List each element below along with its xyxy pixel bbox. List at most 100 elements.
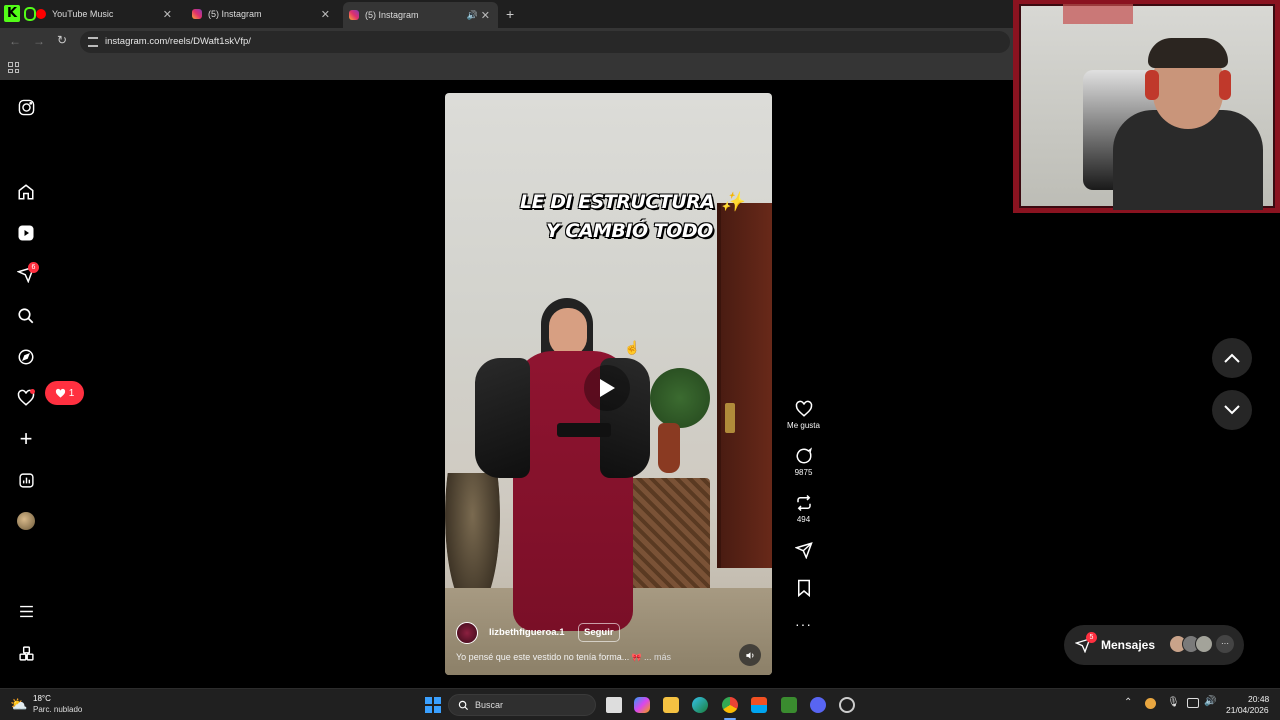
profile-avatar[interactable] — [16, 511, 36, 531]
tab-title: YouTube Music — [52, 9, 114, 19]
reel-caption: Yo pensé que este vestido no tenía forma… — [456, 652, 672, 662]
comment-icon — [796, 447, 812, 464]
next-reel-button[interactable] — [1212, 390, 1252, 430]
weather-desc: Parc. nublado — [33, 705, 83, 714]
taskbar: ⛅ 18°C Parc. nublado Buscar ⌃ 🎙 🔊 20:48 … — [0, 688, 1280, 720]
url-text: instagram.com/reels/DWaft1skVfp/ — [105, 36, 251, 47]
heart-filled-icon — [55, 388, 65, 398]
close-tab-icon[interactable]: ✕ — [321, 8, 330, 21]
more-apps-icon[interactable] — [16, 643, 36, 663]
webcam-headset-right — [1219, 70, 1231, 100]
author-username[interactable]: lizbethfigueroa.1 — [489, 627, 564, 638]
chevron-up-icon[interactable]: ⌃ — [1124, 697, 1132, 708]
door — [717, 203, 772, 568]
tab-title: (5) Instagram — [365, 10, 419, 20]
webcam-headset — [1145, 70, 1159, 100]
reels-icon[interactable] — [16, 223, 36, 243]
instagram-logo-icon[interactable] — [16, 97, 36, 117]
discord-icon[interactable] — [810, 697, 826, 713]
mouse-cursor-icon: ☝ — [624, 340, 641, 355]
play-icon — [600, 379, 615, 397]
instagram-icon — [349, 10, 359, 20]
like-action[interactable]: Me gusta — [786, 400, 821, 430]
apps-grid-icon[interactable] — [8, 62, 19, 73]
clock-time[interactable]: 20:48 — [1248, 694, 1269, 704]
start-button[interactable] — [425, 697, 441, 713]
tab-title: (5) Instagram — [208, 9, 262, 19]
close-tab-icon[interactable]: ✕ — [163, 8, 172, 21]
site-info-icon[interactable] — [88, 37, 98, 47]
repost-icon — [796, 494, 811, 512]
microphone-icon[interactable]: 🎙 — [1167, 697, 1180, 708]
more-options-icon[interactable]: ··· — [786, 616, 821, 632]
forward-icon[interactable]: → — [33, 34, 45, 48]
webcam-person-hair — [1148, 38, 1228, 68]
minecraft-icon[interactable] — [781, 697, 797, 713]
reload-icon[interactable]: ↻ — [57, 33, 67, 47]
search-placeholder: Buscar — [475, 700, 504, 710]
menu-icon[interactable] — [16, 601, 36, 621]
create-plus-icon[interactable]: + — [16, 426, 36, 451]
dashboard-icon[interactable] — [16, 470, 36, 490]
follow-button[interactable]: Seguir — [578, 623, 620, 642]
save-action[interactable] — [786, 579, 821, 597]
home-icon[interactable] — [16, 182, 36, 202]
person-belt — [557, 423, 611, 437]
comment-action[interactable]: 9875 — [786, 447, 821, 477]
tab-youtube-music[interactable]: YouTube Music ✕ — [30, 4, 180, 24]
like-label: Me gusta — [787, 421, 820, 430]
speaker-icon[interactable]: 🔊 — [467, 10, 478, 21]
chrome-icon[interactable] — [722, 697, 738, 713]
store-icon[interactable] — [751, 697, 767, 713]
copilot-icon[interactable] — [634, 697, 650, 713]
explore-icon[interactable] — [16, 347, 36, 367]
tab-instagram-active[interactable]: (5) Instagram 🔊 ✕ — [343, 2, 498, 28]
author-avatar[interactable] — [456, 622, 478, 644]
emoji-icon: 🎀 — [631, 653, 644, 662]
close-tab-icon[interactable]: ✕ — [481, 9, 490, 22]
url-field[interactable]: instagram.com/reels/DWaft1skVfp/ — [80, 31, 1010, 53]
comments-count: 9875 — [794, 468, 813, 477]
search-icon[interactable] — [16, 306, 36, 326]
back-icon[interactable]: ← — [9, 34, 21, 48]
network-icon[interactable] — [1187, 698, 1199, 708]
volume-icon[interactable]: 🔊 — [1204, 696, 1216, 707]
message-avatars — [1169, 635, 1219, 655]
taskbar-search[interactable]: Buscar — [448, 694, 596, 716]
send-icon — [794, 542, 813, 559]
notification-popup[interactable]: 1 — [45, 381, 84, 405]
direct-badge: 6 — [28, 262, 39, 273]
vase — [658, 423, 680, 473]
heart-icon — [795, 400, 812, 417]
tray-app-icon[interactable] — [1145, 698, 1156, 709]
weather-temp: 18°C — [33, 694, 51, 703]
messages-button[interactable]: 5 Mensajes ··· — [1064, 625, 1244, 665]
webcam-overlay — [1013, 0, 1280, 213]
task-view-icon[interactable] — [606, 697, 622, 713]
chevron-up-icon — [1224, 353, 1240, 363]
tab-instagram-1[interactable]: (5) Instagram ✕ — [186, 4, 338, 24]
share-action[interactable] — [786, 541, 821, 559]
mute-button[interactable] — [739, 644, 761, 666]
more-link[interactable]: ... más — [644, 652, 671, 662]
overlay-text-line2: Y CAMBIÓ TODO — [546, 220, 713, 242]
play-button[interactable] — [584, 365, 630, 411]
notification-dot — [30, 389, 35, 394]
bookmark-icon — [797, 579, 810, 597]
file-explorer-icon[interactable] — [663, 697, 679, 713]
edge-icon[interactable] — [692, 697, 708, 713]
clock-date[interactable]: 21/04/2026 — [1226, 705, 1269, 715]
cloud-sun-icon: ⛅ — [10, 696, 28, 712]
direct-messages-icon[interactable]: 6 — [16, 262, 39, 284]
overlay-text-line1: LE DI ESTRUCTURA ✨ — [520, 191, 744, 213]
notifications-heart-icon[interactable] — [16, 388, 36, 408]
weather-widget[interactable]: ⛅ 18°C Parc. nublado — [10, 694, 100, 716]
settings-icon[interactable] — [839, 697, 855, 713]
previous-reel-button[interactable] — [1212, 338, 1252, 378]
instagram-icon — [192, 9, 202, 19]
youtube-music-icon — [36, 9, 46, 19]
new-tab-button[interactable]: + — [506, 6, 514, 22]
repost-action[interactable]: 494 — [786, 494, 821, 524]
person-jacket-left — [475, 358, 530, 478]
reel-video[interactable]: LE DI ESTRUCTURA ✨ Y CAMBIÓ TODO lizbeth… — [445, 93, 772, 675]
